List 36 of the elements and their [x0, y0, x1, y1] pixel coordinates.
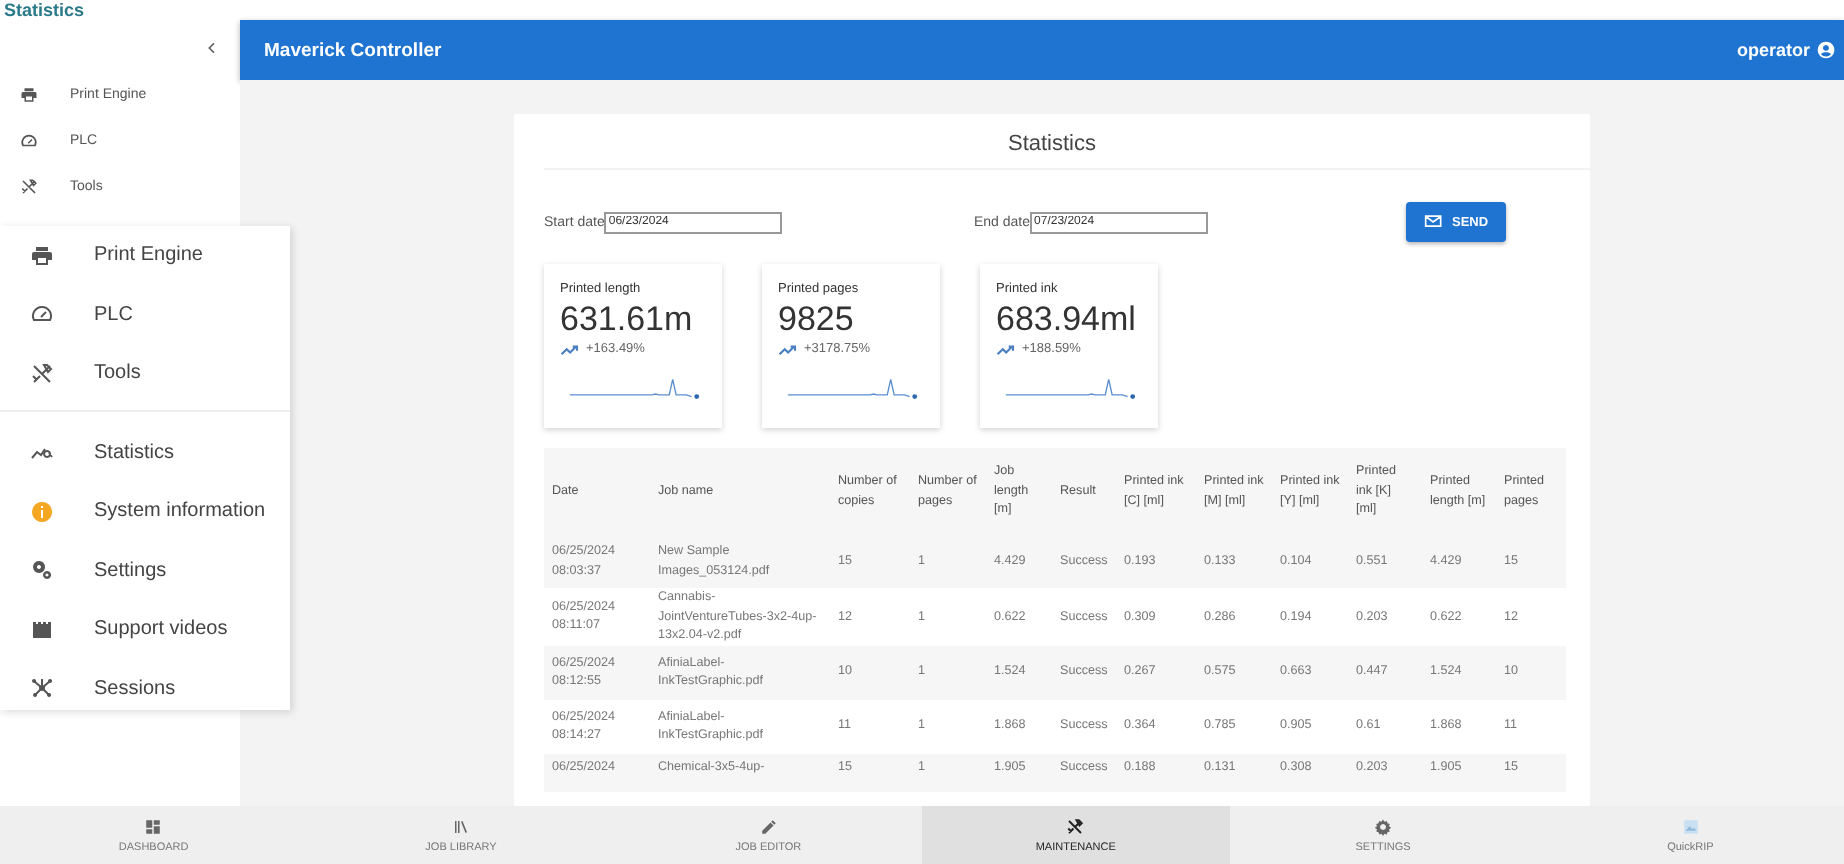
settings-icon: [1374, 817, 1393, 835]
tools-icon: [1066, 817, 1085, 835]
tools-icon: [30, 361, 54, 386]
menu-item[interactable]: Sessions: [0, 659, 290, 718]
envelope-icon: [1424, 212, 1444, 232]
film-icon: [30, 617, 54, 642]
stat-value: 9825: [778, 300, 854, 338]
books-icon: [452, 817, 470, 835]
printer-icon: [30, 243, 54, 268]
menu-item[interactable]: Print Engine: [0, 226, 290, 285]
trend-up-icon: [560, 343, 582, 355]
trend-up-icon: [778, 343, 800, 355]
menu-item[interactable]: Statistics: [0, 423, 290, 482]
info-icon: [30, 499, 54, 524]
network-icon: [30, 676, 54, 701]
app-title: Maverick Controller: [264, 39, 444, 61]
tools-icon: [20, 178, 38, 196]
statistics-title: Statistics: [1005, 130, 1098, 160]
gauge-icon: [30, 302, 54, 327]
menu-item[interactable]: PLC: [0, 285, 290, 344]
image-icon: [1681, 817, 1700, 835]
menu-item[interactable]: Support videos: [0, 600, 290, 659]
account-icon[interactable]: [1816, 40, 1836, 60]
user-name[interactable]: operator: [1736, 40, 1810, 60]
dashboard-icon: [144, 817, 163, 835]
gears-icon: [30, 558, 54, 583]
trend-up-icon: [996, 343, 1018, 355]
gauge-icon: [20, 132, 38, 150]
stat-value: 683.94ml: [996, 300, 1136, 338]
menu-item[interactable]: Settings: [0, 541, 290, 600]
pencil-icon: [759, 817, 778, 835]
printer-icon: [20, 86, 38, 104]
stat-value: 631.61m: [560, 300, 693, 338]
page-title: Statistics: [2, 0, 85, 20]
menu-item[interactable]: System information: [0, 482, 290, 541]
menu-item[interactable]: Tools: [0, 344, 290, 403]
